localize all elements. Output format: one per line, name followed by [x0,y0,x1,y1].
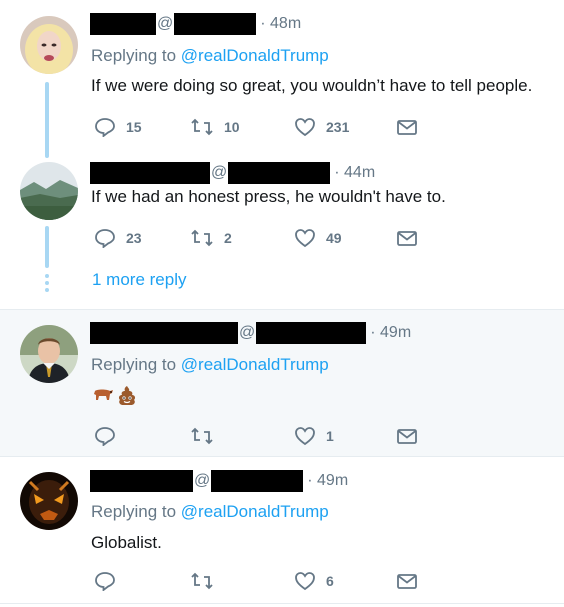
redacted-handle[interactable] [174,13,257,35]
handle-at: @ [157,15,174,32]
replying-handle-link[interactable]: @realDonaldTrump [181,355,329,374]
like-count: 1 [326,428,334,444]
timestamp[interactable]: · 49m [370,324,411,342]
tweet[interactable]: @ · 49m Replying to @realDonaldTrump Glo… [0,457,564,603]
tweet-header: @ · 49m [90,470,348,492]
direct-message-button[interactable] [396,227,418,249]
redacted-display-name[interactable] [90,13,156,35]
replying-to: Replying to @realDonaldTrump [91,355,329,375]
tweet-header: @ · 48m [90,13,301,35]
like-button[interactable]: 1 [294,425,334,447]
redacted-handle[interactable] [256,322,367,344]
redacted-display-name[interactable] [90,470,193,492]
direct-message-button[interactable] [396,570,418,592]
avatar[interactable] [20,325,78,383]
envelope-icon [397,120,417,135]
avatar[interactable] [20,162,78,220]
avatar[interactable] [20,16,78,74]
heart-icon [295,427,315,446]
replying-to: Replying to @realDonaldTrump [91,502,329,522]
reply-icon [95,118,115,137]
retweet-button[interactable]: 10 [190,116,240,138]
handle-at: @ [194,472,211,489]
redacted-handle[interactable] [211,470,304,492]
tweet-header: @ · 44m [90,162,375,184]
avatar[interactable] [20,472,78,530]
heart-icon [295,118,315,137]
reply-button[interactable] [94,570,126,592]
like-count: 6 [326,573,334,589]
handle-at: @ [239,324,256,341]
envelope-icon [397,574,417,589]
redacted-handle[interactable] [228,162,331,184]
retweet-count: 10 [224,119,240,135]
replying-prefix: Replying to [91,46,177,65]
like-button[interactable]: 49 [294,227,342,249]
heart-icon [295,229,315,248]
redacted-display-name[interactable] [90,162,210,184]
reply-icon [95,427,115,446]
direct-message-button[interactable] [396,425,418,447]
tweet-text: If we had an honest press, he wouldn't h… [91,187,446,206]
divider [0,603,564,604]
retweet-icon [191,572,213,590]
envelope-icon [397,429,417,444]
thread-more-dots [45,274,49,295]
replying-prefix: Replying to [91,355,177,374]
replying-to: Replying to @realDonaldTrump [91,46,329,66]
retweet-button[interactable]: 2 [190,227,232,249]
like-button[interactable]: 6 [294,570,334,592]
timestamp[interactable]: · 48m [260,15,301,33]
tweet-text: Globalist. [91,533,162,552]
thread-connector-line [45,82,49,158]
direct-message-button[interactable] [396,116,418,138]
reply-icon [95,572,115,591]
retweet-icon [191,229,213,247]
replying-prefix: Replying to [91,502,177,521]
reply-button[interactable]: 23 [94,227,142,249]
show-more-replies-link[interactable]: 1 more reply [92,270,186,290]
replying-handle-link[interactable]: @realDonaldTrump [181,46,329,65]
handle-at: @ [211,164,228,181]
envelope-icon [397,231,417,246]
reply-count: 15 [126,119,142,135]
like-button[interactable]: 231 [294,116,349,138]
ox-emoji-icon [94,389,113,400]
retweet-icon [191,427,213,445]
reply-button[interactable]: 15 [94,116,142,138]
reply-count: 23 [126,230,142,246]
replying-handle-link[interactable]: @realDonaldTrump [181,502,329,521]
retweet-button[interactable] [190,570,224,592]
retweet-icon [191,118,213,136]
retweet-count: 2 [224,230,232,246]
retweet-button[interactable] [190,425,224,447]
thread-block: @ · 48m Replying to @realDonaldTrump If … [0,0,564,309]
redacted-display-name[interactable] [90,322,238,344]
timestamp[interactable]: · 49m [307,472,348,490]
pile-of-poo-emoji-icon [118,386,136,405]
like-count: 49 [326,230,342,246]
like-count: 231 [326,119,350,135]
tweet-header: @ · 49m [90,322,411,344]
reply-icon [95,229,115,248]
reply-button[interactable] [94,425,126,447]
heart-icon [295,572,315,591]
timestamp[interactable]: · 44m [334,164,375,182]
thread-connector-line [45,226,49,268]
tweet[interactable]: @ · 49m Replying to @realDonaldTrump 1 [0,310,564,456]
tweet-text: If we were doing so great, you wouldn’t … [91,76,533,95]
